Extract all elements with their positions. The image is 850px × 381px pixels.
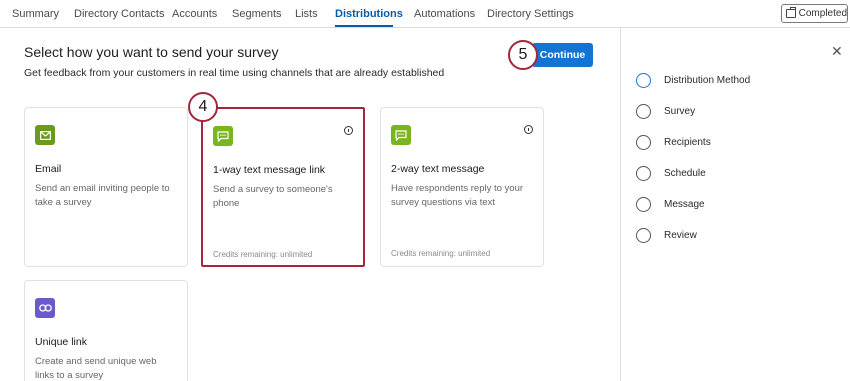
- page-title: Select how you want to send your survey: [24, 44, 279, 60]
- step-label: Survey: [664, 105, 696, 117]
- step-label: Review: [664, 229, 697, 241]
- close-icon[interactable]: ✕: [831, 44, 843, 58]
- tab-lists[interactable]: Lists: [295, 8, 318, 20]
- step-review[interactable]: Review: [636, 227, 697, 243]
- step-circle-icon: [636, 227, 651, 243]
- card-description: Create and send unique web links to a su…: [35, 356, 157, 381]
- completed-button[interactable]: Completed: [781, 4, 848, 23]
- card-title: 1-way text message link: [213, 164, 326, 176]
- step-label: Message: [664, 198, 705, 210]
- card-description: Send a survey to someone's phone: [213, 184, 333, 209]
- step-circle-icon: [636, 134, 651, 150]
- step-circle-icon: [636, 196, 651, 212]
- tab-summary[interactable]: Summary: [12, 8, 59, 20]
- continue-button[interactable]: Continue: [532, 43, 593, 67]
- top-nav: Summary Directory Contacts Accounts Segm…: [0, 0, 850, 28]
- card-title: 2-way text message: [391, 163, 485, 175]
- step-survey[interactable]: Survey: [636, 103, 695, 119]
- credits-remaining: Credits remaining: unlimited: [213, 250, 313, 259]
- card-description: Have respondents reply to your survey qu…: [391, 183, 524, 208]
- step-circle-icon: [636, 103, 651, 119]
- step-circle-icon: [636, 165, 651, 181]
- step-label: Distribution Method: [664, 74, 751, 86]
- credits-remaining: Credits remaining: unlimited: [391, 249, 491, 258]
- chat-icon: [213, 126, 233, 146]
- chat-icon: [391, 125, 411, 145]
- channel-card-2way-sms[interactable]: 2-way text message Have respondents repl…: [380, 107, 544, 267]
- tab-directory-settings[interactable]: Directory Settings: [487, 8, 574, 20]
- briefcase-icon: [786, 7, 796, 18]
- card-title: Email: [35, 163, 62, 175]
- channel-card-email[interactable]: Email Send an email inviting people to t…: [24, 107, 188, 267]
- tab-automations[interactable]: Automations: [414, 8, 475, 20]
- step-label: Recipients: [664, 136, 711, 148]
- page-subtitle: Get feedback from your customers in real…: [24, 67, 445, 79]
- card-title: Unique link: [35, 336, 87, 348]
- step-circle-icon: [636, 72, 651, 88]
- tab-accounts[interactable]: Accounts: [172, 8, 217, 20]
- completed-label: Completed: [798, 8, 847, 19]
- tab-distributions[interactable]: Distributions: [335, 8, 403, 20]
- card-description: Send an email inviting people to take a …: [35, 183, 170, 208]
- info-icon[interactable]: [344, 126, 353, 135]
- step-marker-card: 4: [188, 92, 218, 122]
- step-recipients[interactable]: Recipients: [636, 134, 711, 150]
- tab-segments[interactable]: Segments: [232, 8, 282, 20]
- active-tab-indicator: [335, 25, 393, 27]
- step-message[interactable]: Message: [636, 196, 705, 212]
- link-icon: [35, 298, 55, 318]
- step-label: Schedule: [664, 167, 706, 179]
- tab-directory-contacts[interactable]: Directory Contacts: [74, 8, 164, 20]
- info-icon[interactable]: [524, 125, 533, 134]
- step-schedule[interactable]: Schedule: [636, 165, 706, 181]
- channel-card-unique-link[interactable]: Unique link Create and send unique web l…: [24, 280, 188, 381]
- step-marker-continue: 5: [508, 40, 538, 70]
- mail-icon: [35, 125, 55, 145]
- step-distribution-method[interactable]: Distribution Method: [636, 72, 750, 88]
- channel-card-1way-sms[interactable]: 1-way text message link Send a survey to…: [201, 107, 365, 267]
